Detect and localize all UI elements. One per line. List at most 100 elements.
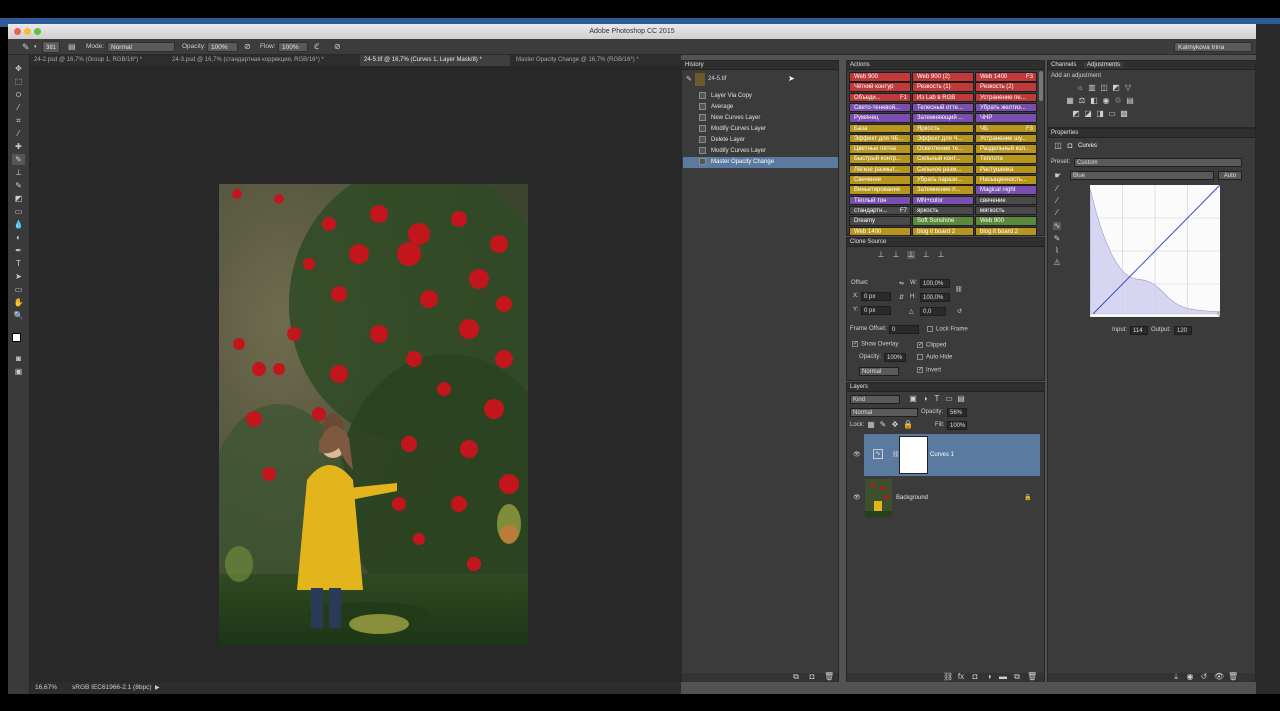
filter-shape-icon[interactable]: ▭	[945, 395, 953, 403]
action-button[interactable]: blog it board 2	[975, 226, 1037, 236]
lock-position-icon[interactable]: ✥	[891, 421, 899, 429]
action-button[interactable]: стандартн... F7	[849, 205, 911, 216]
filter-adjustment-icon[interactable]: ◑	[921, 395, 929, 403]
action-button[interactable]: Устранение пе...	[975, 92, 1037, 103]
white-point-eyedropper-icon[interactable]: ⁄	[1053, 209, 1061, 217]
scale-w-input[interactable]: 100,0%	[920, 279, 950, 288]
action-button[interactable]: Свечение	[849, 175, 911, 185]
trash-icon[interactable]: 🗑	[824, 673, 834, 681]
eye-icon[interactable]: 👁	[853, 494, 861, 501]
flow-input[interactable]: 100%	[278, 42, 308, 52]
action-button[interactable]: Чёткий контур	[849, 82, 911, 92]
action-button[interactable]: Эффект для Ч...	[912, 133, 974, 144]
eraser-tool-icon[interactable]: ◩	[12, 193, 25, 204]
flip-horizontal-icon[interactable]: ⇋	[899, 280, 904, 287]
history-item[interactable]: Modify Curves Layer	[683, 146, 838, 157]
clone-source-5-icon[interactable]: ⊥	[937, 251, 945, 259]
trash-icon[interactable]: 🗑	[1228, 673, 1238, 681]
channel-mixer-icon[interactable]: ♲	[1114, 97, 1122, 105]
angle-input[interactable]: 0,0	[920, 307, 946, 316]
lock-all-icon[interactable]: 🔒	[903, 421, 913, 429]
mask-icon[interactable]: ◘	[1066, 142, 1074, 150]
workspace-user-select[interactable]: Kalmykova Irina	[1174, 42, 1252, 52]
selective-color-icon[interactable]: ▩	[1120, 110, 1128, 118]
eyedropper-tool-icon[interactable]: ⁄	[12, 128, 25, 139]
history-brush-source-icon[interactable]: ✎	[686, 75, 692, 83]
posterize-icon[interactable]: ◪	[1084, 110, 1092, 118]
screen-mode-icon[interactable]: ▣	[12, 366, 25, 377]
action-button[interactable]: Устранение шу...	[975, 133, 1037, 144]
action-button[interactable]: Затемняющий ...	[912, 113, 974, 123]
clipping-warning-icon[interactable]: ⚠	[1053, 259, 1061, 267]
zoom-tool-icon[interactable]: 🔍	[12, 310, 25, 321]
filter-smart-object-icon[interactable]: ▤	[957, 395, 965, 403]
clone-source-4-icon[interactable]: ⊥	[922, 251, 930, 259]
new-adjustment-icon[interactable]: ◑	[985, 673, 993, 681]
lock-transparent-icon[interactable]: ▦	[867, 421, 875, 429]
auto-button[interactable]: Auto	[1218, 171, 1242, 180]
lasso-tool-icon[interactable]: ଠ	[12, 89, 25, 100]
threshold-icon[interactable]: ◨	[1096, 110, 1104, 118]
action-button[interactable]: Теплота	[975, 154, 1037, 164]
airbrush-icon[interactable]: ℭ	[314, 42, 320, 52]
healing-tool-icon[interactable]: ✚	[12, 141, 25, 152]
clone-source-tab[interactable]: Clone Source	[847, 238, 1044, 247]
auto-hide-checkbox[interactable]: Auto Hide	[917, 354, 952, 361]
quick-mask-icon[interactable]: ◙	[12, 353, 25, 364]
action-button[interactable]: Виньетирование	[849, 185, 911, 195]
pencil-draw-icon[interactable]: ✎	[1053, 235, 1061, 243]
action-button[interactable]: blog it board 2	[912, 226, 974, 236]
action-button[interactable]: Резкость (2)	[975, 82, 1037, 92]
new-layer-icon[interactable]: ⧉	[1013, 673, 1021, 681]
layer-name[interactable]: Curves 1	[930, 452, 954, 458]
history-item-selected[interactable]: Master Opacity Change	[683, 157, 838, 168]
vibrance-icon[interactable]: ▽	[1124, 84, 1132, 92]
clip-to-layer-icon[interactable]: ⤓	[1172, 673, 1180, 681]
mode-select[interactable]: Normal	[107, 42, 175, 52]
hue-saturation-icon[interactable]: ▦	[1066, 97, 1074, 105]
action-button[interactable]: Magical night	[975, 185, 1037, 195]
color-lookup-icon[interactable]: ▤	[1126, 97, 1134, 105]
type-tool-icon[interactable]: T	[12, 258, 25, 269]
camera-snapshot-icon[interactable]: ◘	[808, 673, 816, 681]
invert-icon[interactable]: ◩	[1072, 110, 1080, 118]
overlay-opacity-input[interactable]: 100%	[884, 353, 906, 362]
brightness-icon[interactable]: ☼	[1076, 84, 1084, 92]
history-item[interactable]: Modify Curves Layer	[683, 124, 838, 135]
pen-tool-icon[interactable]: ✒	[12, 245, 25, 256]
eye-icon[interactable]: 👁	[853, 451, 861, 458]
offset-y-input[interactable]: 0 px	[861, 306, 891, 315]
input-value[interactable]: 114	[1130, 326, 1148, 335]
action-button[interactable]: Из Lab в RGB	[912, 92, 974, 103]
show-overlay-checkbox[interactable]: ✓ Show Overlay	[852, 341, 898, 348]
shape-tool-icon[interactable]: ▭	[12, 284, 25, 295]
brush-size-picker[interactable]: 381	[42, 41, 61, 53]
action-button[interactable]: Румянец	[849, 113, 911, 123]
channels-tab[interactable]: Channels	[1051, 62, 1076, 68]
black-point-eyedropper-icon[interactable]: ⁄	[1053, 185, 1061, 193]
layer-fill-input[interactable]: 100%	[947, 421, 967, 430]
brush-tool-icon[interactable]: ✎	[22, 42, 30, 52]
canvas-area[interactable]	[30, 66, 681, 682]
link-layers-icon[interactable]: ⛓	[943, 673, 953, 681]
layer-row-background[interactable]: 👁 Background 🔒	[848, 477, 1046, 519]
blur-tool-icon[interactable]: 💧	[12, 219, 25, 230]
color-balance-icon[interactable]: ⚖	[1078, 97, 1086, 105]
scale-h-input[interactable]: 100,0%	[920, 293, 950, 302]
brush-tool-icon[interactable]: ✎	[12, 154, 25, 165]
layer-opacity-input[interactable]: 56%	[947, 408, 967, 417]
brush-panel-icon[interactable]: ▤	[68, 42, 76, 52]
actions-scrollbar[interactable]	[1039, 71, 1043, 101]
history-snapshot[interactable]: ✎ 24-5.tif ➤	[683, 71, 838, 89]
curves-graph[interactable]	[1090, 185, 1220, 317]
view-previous-icon[interactable]: ◉	[1186, 673, 1194, 681]
layer-mask-thumbnail[interactable]	[899, 436, 928, 474]
action-button[interactable]: Soft Sunshine	[912, 216, 974, 226]
reset-icon[interactable]: ↺	[1200, 673, 1208, 681]
chevron-down-icon[interactable]: ▾	[34, 42, 37, 52]
action-button[interactable]: Быстрый контр...	[849, 154, 911, 164]
path-select-tool-icon[interactable]: ➤	[12, 271, 25, 282]
action-button[interactable]: Насыщенность...	[975, 175, 1037, 185]
opacity-input[interactable]: 100%	[207, 42, 238, 52]
toggle-visibility-icon[interactable]: 👁	[1214, 673, 1224, 681]
